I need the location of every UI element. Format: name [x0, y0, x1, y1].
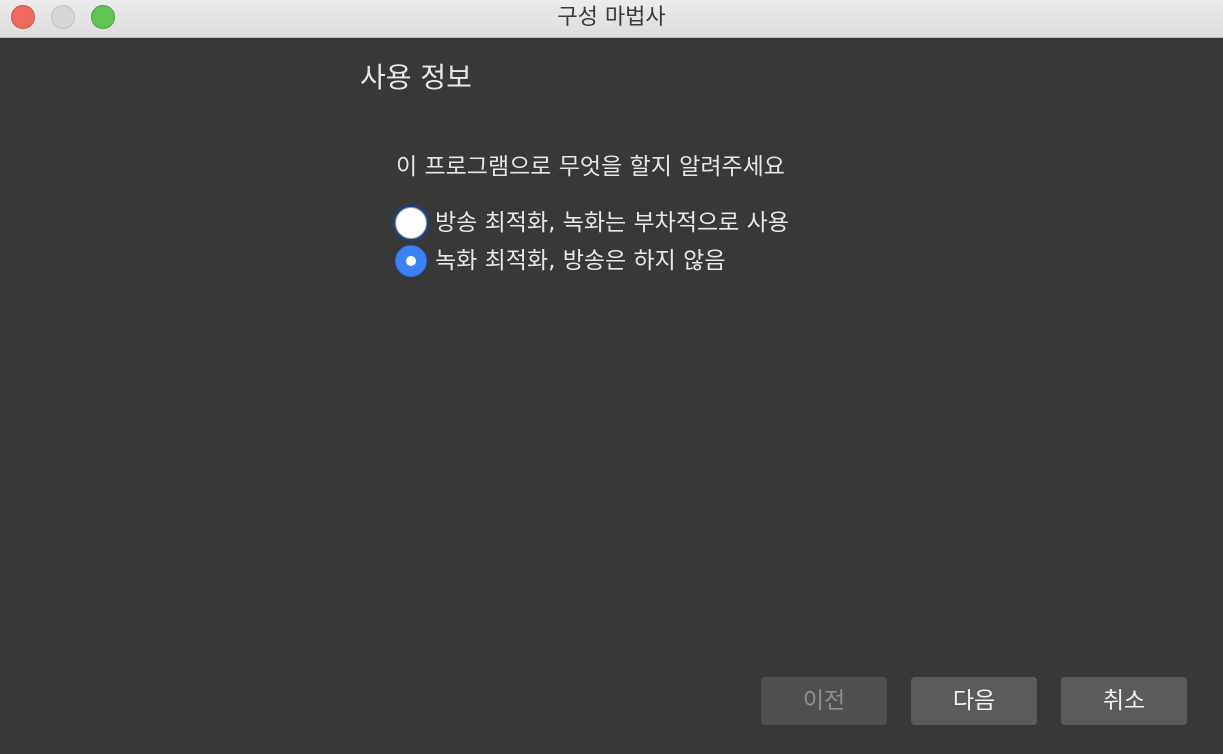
- previous-button[interactable]: 이전: [761, 677, 887, 725]
- radio-option-streaming[interactable]: 방송 최적화, 녹화는 부차적으로 사용: [395, 207, 789, 239]
- radio-button-streaming[interactable]: [395, 207, 427, 239]
- page-title: 사용 정보: [360, 61, 472, 94]
- title-bar[interactable]: 구성 마법사: [0, 0, 1223, 38]
- radio-label-streaming[interactable]: 방송 최적화, 녹화는 부차적으로 사용: [435, 207, 789, 239]
- radio-label-recording[interactable]: 녹화 최적화, 방송은 하지 않음: [435, 245, 725, 277]
- wizard-window: 구성 마법사 사용 정보 이 프로그램으로 무엇을 할지 알려주세요 방송 최적…: [0, 0, 1223, 754]
- question-text: 이 프로그램으로 무엇을 할지 알려주세요: [396, 154, 785, 180]
- radio-option-recording[interactable]: 녹화 최적화, 방송은 하지 않음: [395, 245, 725, 277]
- radio-button-recording[interactable]: [395, 245, 427, 277]
- cancel-button[interactable]: 취소: [1061, 677, 1187, 725]
- window-title: 구성 마법사: [557, 5, 666, 30]
- next-button[interactable]: 다음: [911, 677, 1037, 725]
